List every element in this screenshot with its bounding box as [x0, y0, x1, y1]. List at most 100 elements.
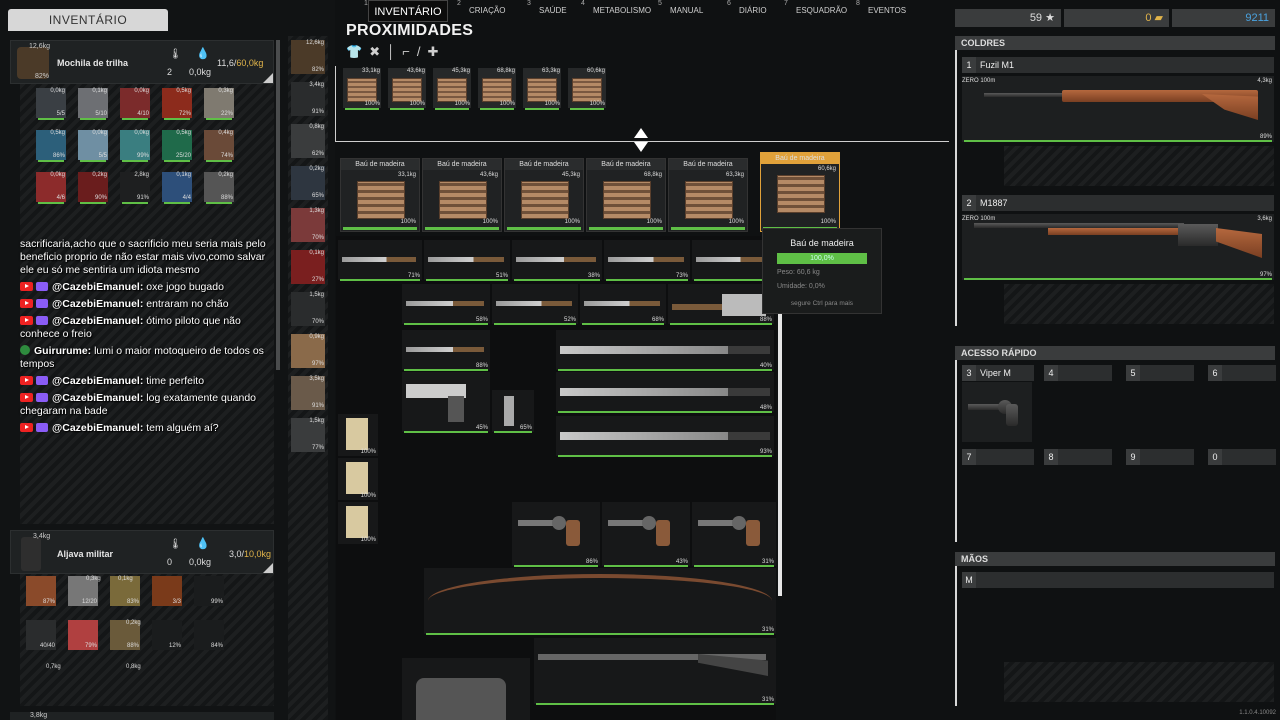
- quick-slot-5[interactable]: 5: [1126, 365, 1194, 381]
- loot-rifle[interactable]: 31%: [534, 638, 776, 705]
- loot-revolver[interactable]: 43%: [602, 502, 690, 567]
- loot-blade[interactable]: 40%: [556, 330, 774, 371]
- quiver-item[interactable]: 12%: [152, 620, 182, 650]
- gun-filter-icon[interactable]: ⌐: [402, 44, 417, 59]
- loot-knife[interactable]: 58%: [402, 284, 490, 325]
- quiver-header[interactable]: 3,4kg Aljava militar 🌡 0 💧 0,0kg 3,0/10,…: [10, 530, 274, 574]
- tab-7[interactable]: 8 EVENTOS: [856, 0, 906, 22]
- loot-paper[interactable]: 100%: [338, 458, 378, 500]
- holster-slot-2[interactable]: 2 M1887: [962, 195, 1274, 211]
- tab-6[interactable]: 7 ESQUADRÃO: [784, 0, 847, 22]
- backpack-item[interactable]: 2,8kg 91%: [120, 172, 150, 204]
- backpack-item[interactable]: 0,5kg 86%: [36, 130, 66, 162]
- equipment-slot[interactable]: 0,9kg 97%: [291, 334, 325, 368]
- quick-slot-4[interactable]: 4: [1044, 365, 1112, 381]
- proximity-container[interactable]: 43,6kg 100%: [388, 68, 426, 110]
- crate-slot[interactable]: Baú de madeira 68,8kg 100%: [586, 158, 666, 232]
- equipment-slot[interactable]: 0,8kg 62%: [291, 124, 325, 158]
- loot-blade[interactable]: 48%: [556, 372, 774, 413]
- quick-slot-3[interactable]: 3 Viper M: [962, 365, 1034, 381]
- bottom-container-header[interactable]: [10, 712, 274, 720]
- hands-attachments[interactable]: [1004, 662, 1274, 702]
- backpack-item[interactable]: 0,0kg 5/5: [78, 130, 108, 162]
- quick-slot-0[interactable]: 0: [1208, 449, 1276, 465]
- equipment-slot[interactable]: 1,5kg 77%: [291, 418, 325, 452]
- crate-slot[interactable]: Baú de madeira 45,3kg 100%: [504, 158, 584, 232]
- equipment-slot[interactable]: 1,5kg 70%: [291, 292, 325, 326]
- equipment-slot[interactable]: 0,2kg 65%: [291, 166, 325, 200]
- tab-3[interactable]: 4 METABOLISMO: [581, 0, 651, 22]
- loot-revolver[interactable]: 31%: [692, 502, 776, 567]
- loot-bow[interactable]: 31%: [424, 568, 776, 635]
- backpack-item[interactable]: 0,0kg 5/5: [36, 88, 66, 120]
- bottle-filter-icon[interactable]: │: [387, 44, 402, 59]
- quiver-item[interactable]: 79%: [68, 620, 98, 650]
- quick-slot-6[interactable]: 6: [1208, 365, 1276, 381]
- backpack-item[interactable]: 0,0kg 99%: [120, 130, 150, 162]
- resize-corner-icon[interactable]: [263, 73, 273, 83]
- loot-knife[interactable]: 73%: [604, 240, 690, 281]
- inventory-title[interactable]: INVENTÁRIO: [8, 9, 168, 31]
- equipment-slot[interactable]: 12,6kg 82%: [291, 40, 325, 74]
- backpack-item[interactable]: 0,0kg 4/10: [120, 88, 150, 120]
- proximity-container[interactable]: 33,1kg 100%: [343, 68, 381, 110]
- crate-slot[interactable]: Baú de madeira 60,6kg 100%: [760, 152, 840, 232]
- equipment-slot[interactable]: 3,4kg 91%: [291, 82, 325, 116]
- shirt-filter-icon[interactable]: 👕: [346, 44, 369, 59]
- loot-revolver[interactable]: 86%: [512, 502, 600, 567]
- quiver-item[interactable]: 99%: [194, 576, 224, 606]
- quick-slot-7[interactable]: 7: [962, 449, 1034, 465]
- loot-knife[interactable]: 71%: [338, 240, 422, 281]
- tab-1[interactable]: 2 CRIAÇÃO: [457, 0, 505, 22]
- proximity-container[interactable]: 60,6kg 100%: [568, 68, 606, 110]
- shotgun-slot[interactable]: ZERO 100m 3,6kg 97%: [962, 214, 1274, 280]
- proximity-container[interactable]: 63,3kg 100%: [523, 68, 561, 110]
- backpack-scrollbar[interactable]: [276, 40, 280, 370]
- backpack-item[interactable]: 0,3kg 22%: [204, 88, 234, 120]
- backpack-item[interactable]: 0,1kg 5/10: [78, 88, 108, 120]
- resize-corner-icon[interactable]: [263, 563, 273, 573]
- backpack-item[interactable]: 0,5kg 25/20: [162, 130, 192, 162]
- backpack-item[interactable]: 0,2kg 88%: [204, 172, 234, 204]
- tools-filter-icon[interactable]: ✖: [369, 44, 387, 59]
- tab-2[interactable]: 3 SAÚDE: [527, 0, 567, 22]
- loot-knife[interactable]: 38%: [512, 240, 602, 281]
- proximity-container[interactable]: 68,8kg 100%: [478, 68, 516, 110]
- quiver-item[interactable]: 84%: [194, 620, 224, 650]
- backpack-header[interactable]: 12,6kg 82% Mochila de trilha 🌡 2 💧 0,0kg…: [10, 40, 274, 84]
- knife-filter-icon[interactable]: /: [417, 44, 428, 59]
- loot-paper[interactable]: 100%: [338, 502, 378, 544]
- equipment-slot[interactable]: 0,1kg 27%: [291, 250, 325, 284]
- rifle-slot[interactable]: ZERO 100m 4,3kg 89%: [962, 76, 1274, 142]
- crate-slot[interactable]: Baú de madeira 43,6kg 100%: [422, 158, 502, 232]
- loot-paper[interactable]: 100%: [338, 414, 378, 456]
- backpack-item[interactable]: 0,5kg 72%: [162, 88, 192, 120]
- quick-slot-8[interactable]: 8: [1044, 449, 1112, 465]
- backpack-item[interactable]: 0,1kg 4/4: [162, 172, 192, 204]
- tab-5[interactable]: 6 DIÁRIO: [727, 0, 767, 22]
- medical-filter-icon[interactable]: ✚: [427, 44, 445, 59]
- loot-vest[interactable]: [402, 658, 530, 720]
- quiver-item[interactable]: 3/3: [152, 576, 182, 606]
- equipment-slot[interactable]: 3,5kg 91%: [291, 376, 325, 410]
- quiver-item[interactable]: 87%: [26, 576, 56, 606]
- crate-slot[interactable]: Baú de madeira 33,1kg 100%: [340, 158, 420, 232]
- quiver-grid[interactable]: [20, 574, 274, 706]
- backpack-item[interactable]: 0,4kg 74%: [204, 130, 234, 162]
- loot-mag[interactable]: 65%: [492, 390, 534, 433]
- quiver-item[interactable]: 40/40: [26, 620, 56, 650]
- proximity-container[interactable]: 45,3kg 100%: [433, 68, 471, 110]
- tab-4[interactable]: 5 MANUAL: [658, 0, 703, 22]
- loot-blade[interactable]: 93%: [556, 416, 774, 457]
- loot-knife[interactable]: 88%: [402, 330, 490, 371]
- hands-slot[interactable]: M: [962, 572, 1274, 588]
- equipment-slot[interactable]: 1,3kg 70%: [291, 208, 325, 242]
- shotgun-attachments[interactable]: [1004, 284, 1274, 324]
- tab-0[interactable]: 1 INVENTÁRIO: [364, 0, 448, 22]
- backpack-item[interactable]: 0,0kg 4/6: [36, 172, 66, 204]
- crate-slot[interactable]: Baú de madeira 63,3kg 100%: [668, 158, 748, 232]
- backpack-item[interactable]: 0,2kg 90%: [78, 172, 108, 204]
- holster-slot-1[interactable]: 1 Fuzil M1: [962, 57, 1274, 73]
- loot-knife[interactable]: 52%: [492, 284, 578, 325]
- loot-knife[interactable]: 51%: [424, 240, 510, 281]
